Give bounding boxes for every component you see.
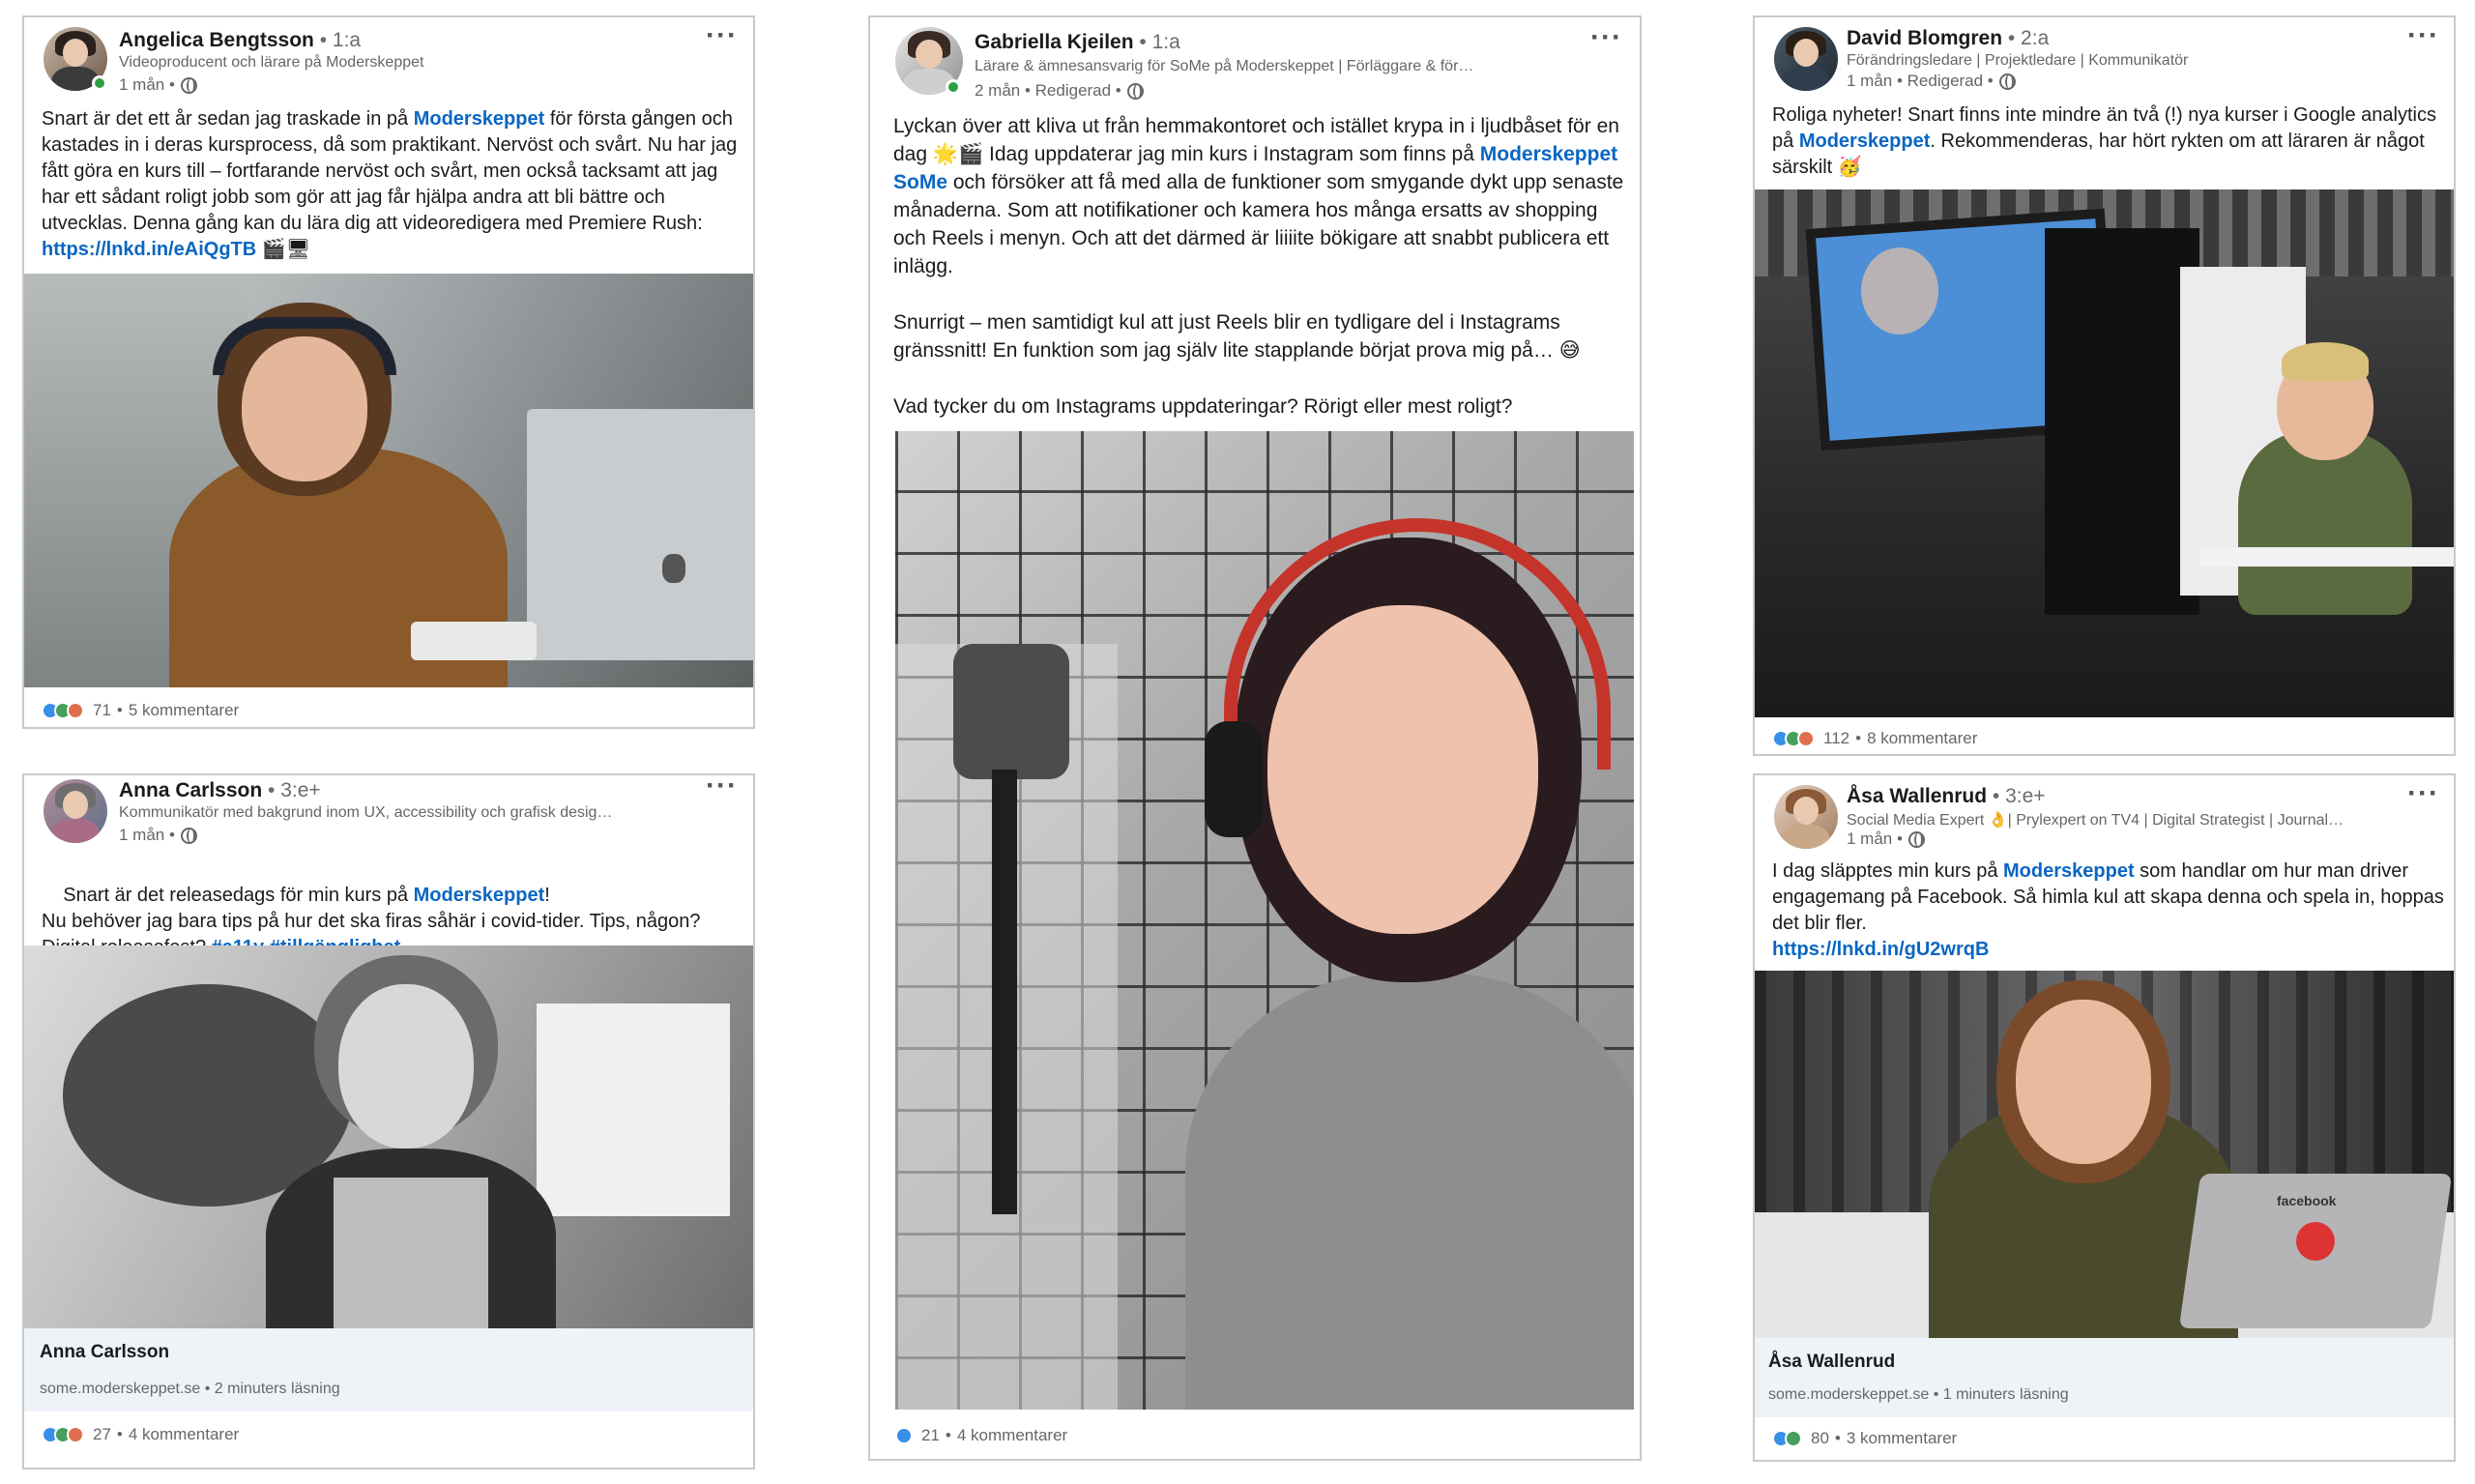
author-name[interactable]: Angelica Bengtsson (119, 29, 314, 51)
article-preview[interactable]: Åsa Wallenrud some.moderskeppet.se • 1 m… (1755, 1338, 2454, 1417)
post-text: Lyckan över att kliva ut från hemmakonto… (893, 115, 1624, 418)
avatar[interactable] (44, 779, 107, 843)
post-link[interactable]: https://lnkd.in/gU2wrqB (1772, 939, 1989, 960)
globe-icon (1907, 830, 1925, 848)
post-card-david: David Blomgren • 2:a Förändringsledare |… (1753, 15, 2456, 756)
post-photo[interactable] (24, 946, 753, 1328)
social-counts[interactable]: 80 • 3 kommentarer (1772, 1429, 1957, 1448)
post-photo[interactable]: facebook (1755, 971, 2454, 1338)
post-meta: 1 mån • (119, 826, 197, 845)
celebrate-icon (1785, 1430, 1802, 1447)
post-card-anna: Anna Carlsson • 3:e+ Kommunikatör med ba… (22, 773, 755, 1469)
post-text: Roliga nyheter! Snart finns inte mindre … (1772, 104, 2436, 178)
globe-icon (1998, 73, 2016, 90)
avatar[interactable] (1774, 27, 1838, 91)
reactions-count: 112 (1823, 729, 1850, 747)
post-meta: 2 mån • Redigerad • (975, 81, 1144, 101)
post-photo[interactable] (24, 274, 753, 687)
post-time: 2 mån • Redigerad • (975, 81, 1121, 100)
company-link[interactable]: Moderskeppet (414, 885, 545, 906)
reactions-count: 27 (93, 1425, 111, 1443)
author-headline: Kommunikatör med bakgrund inom UX, acces… (119, 804, 613, 821)
author-name[interactable]: David Blomgren (1847, 27, 2002, 49)
connection-degree: • 1:a (313, 29, 362, 51)
post-card-gabriella: Gabriella Kjeilen • 1:a Lärare & ämnesan… (868, 15, 1642, 1461)
globe-icon (180, 76, 197, 94)
comments-count[interactable]: 4 kommentarer (957, 1426, 1067, 1445)
more-options-icon[interactable]: ··· (1590, 23, 1622, 52)
article-source: some.moderskeppet.se • 2 minuters läsnin… (40, 1381, 340, 1397)
connection-degree: • 3:e+ (1987, 785, 2046, 807)
reactions-count: 80 (1811, 1429, 1829, 1447)
social-counts[interactable]: 71 • 5 kommentarer (42, 701, 239, 720)
post-photo[interactable] (1755, 189, 2454, 717)
love-icon (1797, 730, 1815, 747)
globe-icon (180, 827, 197, 844)
post-text: Snart är det ett år sedan jag traskade i… (42, 108, 738, 260)
online-status-icon (92, 75, 107, 91)
author-name[interactable]: Åsa Wallenrud (1847, 785, 1987, 807)
post-meta: 1 mån • (119, 75, 197, 95)
company-link[interactable]: Moderskeppet (414, 108, 545, 130)
connection-degree: • 2:a (2002, 27, 2050, 49)
love-icon (67, 702, 84, 719)
comments-count[interactable]: 5 kommentarer (129, 701, 239, 720)
post-time: 1 mån • (119, 75, 175, 94)
social-counts[interactable]: 21 • 4 kommentarer (895, 1426, 1067, 1445)
author-headline: Lärare & ämnesansvarig för SoMe på Moder… (975, 58, 1474, 74)
globe-icon (1126, 82, 1144, 100)
like-icon (895, 1427, 913, 1444)
post-time: 1 mån • (1847, 829, 1903, 848)
company-link[interactable]: Moderskeppet (1799, 131, 1931, 152)
author-headline: Social Media Expert 👌| Prylexpert on TV4… (1847, 812, 2344, 829)
post-card-asa: Åsa Wallenrud • 3:e+ Social Media Expert… (1753, 773, 2456, 1462)
comments-count[interactable]: 4 kommentarer (129, 1425, 239, 1444)
more-options-icon[interactable]: ··· (2407, 21, 2439, 50)
company-link[interactable]: Moderskeppet (2003, 860, 2135, 882)
connection-degree: • 1:a (1133, 31, 1180, 53)
author-headline: Förändringsledare | Projektledare | Komm… (1847, 52, 2189, 69)
post-card-angelica: Angelica Bengtsson • 1:a Videoproducent … (22, 15, 755, 729)
comments-count[interactable]: 8 kommentarer (1867, 729, 1977, 748)
post-link[interactable]: https://lnkd.in/eAiQgTB (42, 239, 256, 260)
post-text: I dag släpptes min kurs på Moderskeppet … (1772, 860, 2444, 960)
laptop-logo: facebook (2277, 1193, 2337, 1208)
reactions-count: 21 (921, 1426, 940, 1444)
article-preview[interactable]: Anna Carlsson some.moderskeppet.se • 2 m… (24, 1328, 753, 1411)
author-name[interactable]: Gabriella Kjeilen (975, 31, 1134, 53)
love-icon (67, 1426, 84, 1443)
comments-count[interactable]: 3 kommentarer (1847, 1429, 1957, 1448)
author-name[interactable]: Anna Carlsson (119, 779, 262, 801)
article-title[interactable]: Åsa Wallenrud (1768, 1352, 1895, 1373)
post-time: 1 mån • Redigerad • (1847, 72, 1994, 90)
more-options-icon[interactable]: ··· (706, 21, 738, 50)
more-options-icon[interactable]: ··· (706, 775, 738, 800)
post-meta: 1 mån • (1847, 829, 1925, 849)
online-status-icon (946, 79, 961, 95)
article-title[interactable]: Anna Carlsson (40, 1342, 169, 1363)
article-source: some.moderskeppet.se • 1 minuters läsnin… (1768, 1386, 2069, 1403)
post-time: 1 mån • (119, 826, 175, 844)
author-headline: Videoproducent och lärare på Moderskeppe… (119, 54, 424, 71)
social-counts[interactable]: 27 • 4 kommentarer (42, 1425, 239, 1444)
social-counts[interactable]: 112 • 8 kommentarer (1772, 729, 1977, 748)
avatar[interactable] (1774, 785, 1838, 849)
post-meta: 1 mån • Redigerad • (1847, 72, 2016, 91)
post-photo[interactable] (895, 431, 1634, 1410)
reactions-count: 71 (93, 701, 111, 719)
more-options-icon[interactable]: ··· (2407, 779, 2439, 808)
connection-degree: • 3:e+ (262, 779, 321, 801)
